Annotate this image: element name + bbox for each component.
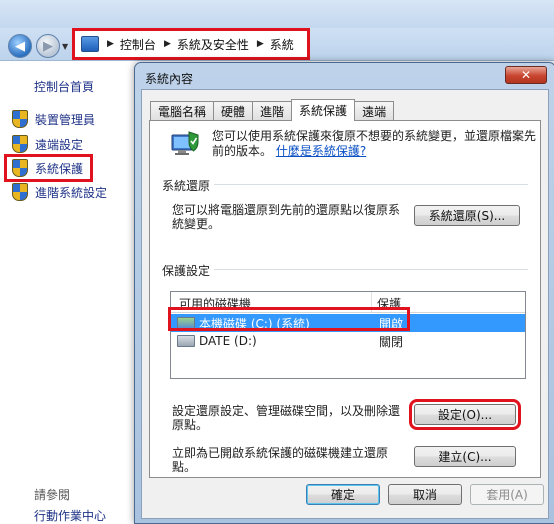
breadcrumb-item-system-security[interactable]: 系統及安全性	[177, 36, 249, 53]
sidebar-item-remote-settings[interactable]: 遠端設定	[12, 134, 83, 154]
create-button[interactable]: 建立(C)...	[414, 446, 516, 467]
see-also-action-center-link[interactable]: 行動作業中心	[34, 507, 106, 524]
sidebar-item-device-manager[interactable]: 裝置管理員	[12, 109, 95, 129]
column-header-protection[interactable]: 保護	[377, 295, 401, 312]
drive-protection-state: 開啟	[379, 316, 404, 331]
breadcrumb-separator-icon[interactable]: ▶	[257, 39, 264, 49]
what-is-system-protection-link[interactable]: 什麼是系統保護?	[276, 144, 366, 158]
tab-system-protection[interactable]: 系統保護	[291, 99, 356, 121]
sidebar-item-label: 進階系統設定	[35, 185, 108, 200]
sidebar: 控制台首頁 裝置管理員 遠端設定 系統保護 進階系統設定	[0, 61, 138, 522]
drive-list[interactable]: 可用的磁碟機 保護 本機磁碟 (C:) (系統) 開啟 DATE (D:) 關閉	[170, 291, 526, 379]
system-drive-icon	[177, 317, 195, 329]
intro-description: 您可以使用系統保護來復原不想要的系統變更，並還原檔案先前的版本。	[212, 129, 537, 158]
sidebar-item-label: 系統保護	[35, 161, 84, 176]
group-divider	[214, 184, 528, 185]
sidebar-item-label: 遠端設定	[35, 137, 84, 152]
drive-name: DATE (D:)	[199, 334, 257, 348]
breadcrumb-item-system[interactable]: 系統	[270, 36, 294, 53]
shield-icon	[12, 159, 28, 177]
breadcrumb-separator-icon[interactable]: ▶	[164, 39, 171, 49]
drive-list-header: 可用的磁碟機 保護	[171, 292, 525, 313]
drive-row-c[interactable]: 本機磁碟 (C:) (系統) 開啟	[171, 314, 525, 332]
sidebar-item-system-protection[interactable]: 系統保護	[3, 154, 94, 182]
drive-name: 本機磁碟 (C:) (系統)	[199, 316, 310, 331]
breadcrumb-separator-icon[interactable]: ▶	[107, 39, 114, 49]
shield-icon	[12, 135, 28, 153]
sidebar-item-label: 裝置管理員	[35, 112, 96, 127]
dialog-body: 電腦名稱 硬體 進階 系統保護 遠端 您可以使用系統保護來復原不想要的系統變更，…	[141, 89, 549, 519]
protection-settings-group-title: 保護設定	[162, 264, 211, 278]
sidebar-item-advanced-settings[interactable]: 進階系統設定	[12, 182, 107, 202]
breadcrumb[interactable]: ▶ 控制台 ▶ 系統及安全性 ▶ 系統	[72, 28, 310, 60]
intro-text: 您可以使用系統保護來復原不想要的系統變更，並還原檔案先前的版本。 什麼是系統保護…	[212, 129, 536, 159]
dialog-title: 系統內容	[145, 72, 194, 86]
forward-button[interactable]: ▶	[36, 34, 60, 58]
group-divider	[214, 269, 528, 270]
system-restore-description: 您可以將電腦還原到先前的還原點以復原系統變更。	[172, 203, 401, 231]
sidebar-home-link[interactable]: 控制台首頁	[34, 78, 94, 95]
recent-pages-dropdown[interactable]: ▼	[62, 42, 68, 51]
column-divider[interactable]	[371, 292, 372, 312]
drive-protection-state: 關閉	[379, 334, 404, 349]
shield-icon	[12, 183, 28, 201]
drive-icon	[177, 335, 195, 347]
tab-hardware[interactable]: 硬體	[213, 101, 254, 121]
system-protection-pane: 您可以使用系統保護來復原不想要的系統變更，並還原檔案先前的版本。 什麼是系統保護…	[149, 120, 541, 478]
see-also-heading: 請參閱	[34, 488, 71, 502]
computer-shield-icon	[171, 131, 199, 155]
drive-row-d[interactable]: DATE (D:) 關閉	[171, 332, 525, 350]
configure-description: 設定還原設定、管理磁碟空間，以及刪除還原點。	[172, 404, 401, 432]
apply-button[interactable]: 套用(A)	[470, 484, 544, 505]
system-properties-dialog: 系統內容 ✕ 電腦名稱 硬體 進階 系統保護 遠端 您可以使用系統保護來復原不想…	[134, 62, 554, 524]
tab-computer-name[interactable]: 電腦名稱	[150, 101, 215, 121]
system-restore-button[interactable]: 系統還原(S)...	[414, 205, 520, 226]
tab-remote[interactable]: 遠端	[354, 101, 395, 121]
create-description: 立即為已開啟系統保護的磁碟機建立還原點。	[172, 446, 389, 474]
ok-button[interactable]: 確定	[306, 484, 380, 505]
back-button[interactable]: ◀	[8, 34, 32, 58]
cancel-button[interactable]: 取消	[388, 484, 462, 505]
breadcrumb-item-control-panel[interactable]: 控制台	[120, 36, 156, 53]
tab-advanced[interactable]: 進階	[252, 101, 293, 121]
close-icon: ✕	[520, 68, 532, 82]
system-restore-group-title: 系統還原	[162, 179, 211, 193]
explorer-titlebar	[0, 0, 554, 28]
configure-button[interactable]: 設定(O)...	[409, 399, 521, 430]
close-button[interactable]: ✕	[505, 66, 547, 84]
shield-icon	[12, 110, 28, 128]
column-header-available-drives[interactable]: 可用的磁碟機	[179, 295, 251, 312]
tab-strip: 電腦名稱 硬體 進階 系統保護 遠端	[150, 99, 395, 121]
control-panel-icon	[81, 36, 99, 52]
